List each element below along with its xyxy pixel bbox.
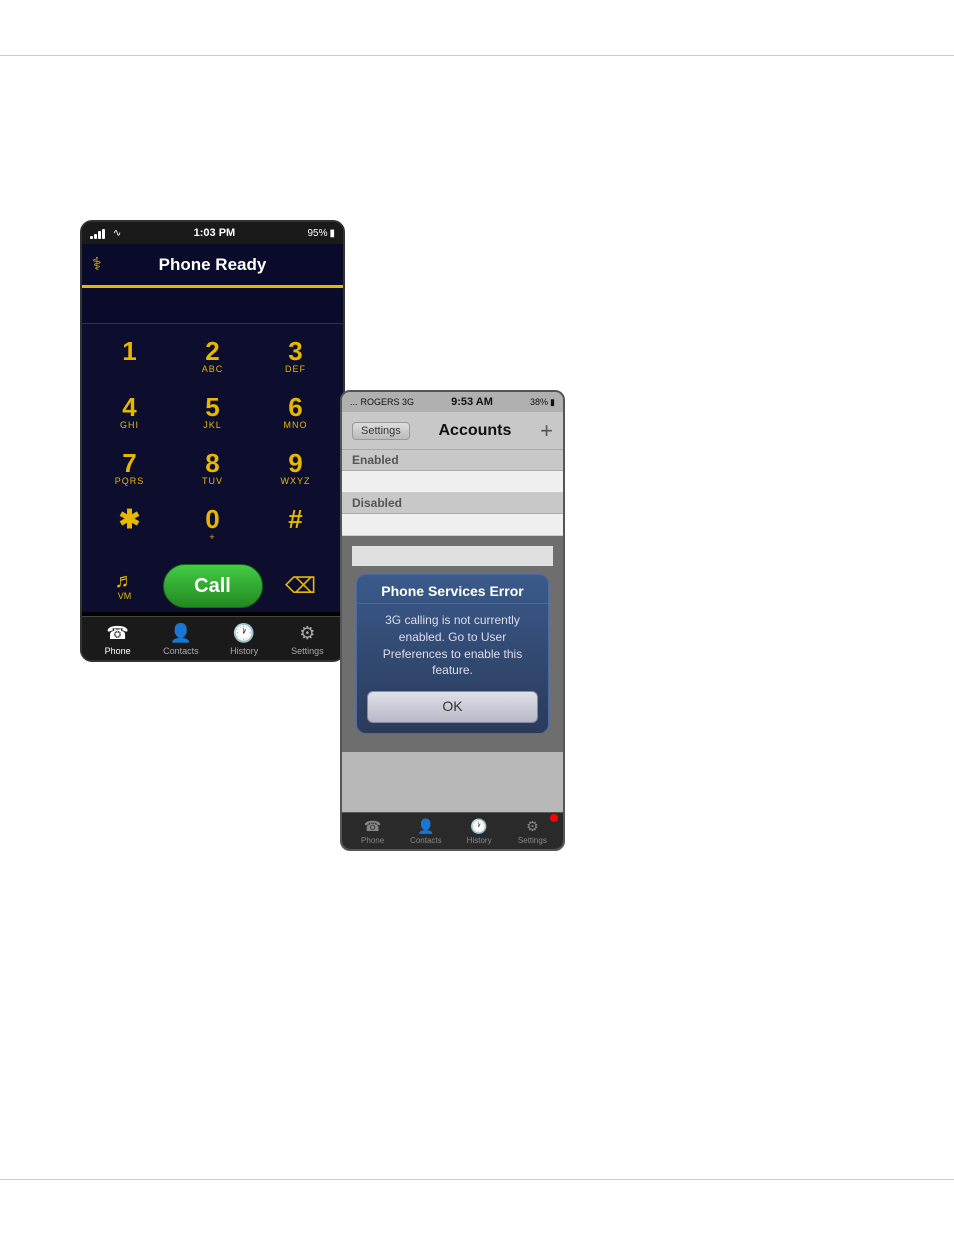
keypad-row-2: 4 GHI 5 JKL 6 MNO xyxy=(88,386,337,438)
backspace-button[interactable]: ⌫ xyxy=(266,564,336,608)
signal-bars-icon xyxy=(90,227,105,239)
phone1-action-row: ♬ VM Call ⌫ xyxy=(82,560,343,612)
phone-ready-icon: ⚕ xyxy=(92,254,102,275)
phone2-statusbar: ... ROGERS 3G 9:53 AM 38% ▮ xyxy=(342,392,563,412)
phone1-header: ⚕ Phone Ready xyxy=(82,244,343,288)
keypad-row-4: ✱ 0 + # xyxy=(88,498,337,550)
phone2-nav-history-label: History xyxy=(467,836,492,845)
accounts-title: Accounts xyxy=(438,422,511,440)
history-nav-icon: 🕐 xyxy=(233,623,255,644)
keypad-key-4[interactable]: 4 GHI xyxy=(95,386,165,438)
disabled-section-header: Disabled xyxy=(342,493,563,514)
contacts-nav-icon: 👤 xyxy=(170,623,192,644)
phone1-display[interactable] xyxy=(82,288,343,324)
statusbar-left: ∿ xyxy=(90,227,121,239)
carrier-dots: ... xyxy=(350,397,358,407)
call-button[interactable]: Call xyxy=(163,564,263,608)
keypad-key-8[interactable]: 8 TUV xyxy=(178,442,248,494)
backspace-icon: ⌫ xyxy=(285,573,316,599)
error-dialog: Phone Services Error 3G calling is not c… xyxy=(356,574,549,734)
voicemail-icon: ♬ xyxy=(115,571,135,591)
nav-label-history: History xyxy=(230,646,258,656)
keypad-key-0[interactable]: 0 + xyxy=(178,498,248,550)
keypad-key-2[interactable]: 2 ABC xyxy=(178,330,248,382)
phone2-time: 9:53 AM xyxy=(451,396,493,408)
phone2-nav-contacts[interactable]: 👤 Contacts xyxy=(404,818,448,845)
battery-icon: ▮ xyxy=(550,397,555,408)
phone2-device: ... ROGERS 3G 9:53 AM 38% ▮ Settings Acc… xyxy=(340,390,565,851)
keypad-row-1: 1 2 ABC 3 DEF xyxy=(88,330,337,382)
settings-badge xyxy=(550,814,558,822)
keypad-key-6[interactable]: 6 MNO xyxy=(261,386,331,438)
error-dialog-title: Phone Services Error xyxy=(357,575,548,604)
nav-label-phone: Phone xyxy=(105,646,131,656)
phone2-phone-icon: ☎ xyxy=(364,818,381,835)
error-dialog-ok-button[interactable]: OK xyxy=(367,691,538,723)
phone2-contacts-icon: 👤 xyxy=(417,818,434,835)
keypad-key-star[interactable]: ✱ xyxy=(95,498,165,550)
phone2-statusbar-left: ... ROGERS 3G xyxy=(350,397,414,407)
phone2-nav-settings[interactable]: ⚙ Settings xyxy=(510,818,554,845)
keypad-key-5[interactable]: 5 JKL xyxy=(178,386,248,438)
settings-nav-icon: ⚙ xyxy=(299,623,315,644)
nav-label-settings: Settings xyxy=(291,646,324,656)
phone2-battery: 38% ▮ xyxy=(530,397,555,408)
phone2-accounts-header: Settings Accounts + xyxy=(342,412,563,450)
phone2-nav-phone[interactable]: ☎ Phone xyxy=(351,818,395,845)
phone1-time: 1:03 PM xyxy=(194,227,236,239)
phone2-settings-icon: ⚙ xyxy=(526,818,539,835)
phone2-bottom-area xyxy=(342,752,563,812)
accounts-list: Enabled Disabled xyxy=(342,450,563,536)
wifi-icon: ∿ xyxy=(113,228,121,239)
keypad-key-3[interactable]: 3 DEF xyxy=(261,330,331,382)
nav-item-settings[interactable]: ⚙ Settings xyxy=(280,623,335,656)
enabled-section-header: Enabled xyxy=(342,450,563,471)
modal-bg-content xyxy=(352,546,553,566)
carrier-label: ROGERS 3G xyxy=(361,397,415,407)
keypad-row-3: 7 PQRS 8 TUV 9 WXYZ xyxy=(88,442,337,494)
keypad-key-1[interactable]: 1 xyxy=(95,330,165,382)
enabled-section-content xyxy=(342,471,563,493)
ok-button-label: OK xyxy=(442,698,462,714)
call-button-label: Call xyxy=(194,575,231,598)
nav-item-phone[interactable]: ☎ Phone xyxy=(90,623,145,656)
keypad-key-7[interactable]: 7 PQRS xyxy=(95,442,165,494)
voicemail-label: VM xyxy=(118,591,132,601)
phone1-battery: 95% ▮ xyxy=(307,228,335,239)
page-rule-top xyxy=(0,55,954,56)
phone2-nav-phone-label: Phone xyxy=(361,836,384,845)
phone1-statusbar: ∿ 1:03 PM 95% ▮ xyxy=(82,222,343,244)
phone1-device: ∿ 1:03 PM 95% ▮ ⚕ Phone Ready 1 2 ABC 3 xyxy=(80,220,345,662)
phone2-nav-contacts-label: Contacts xyxy=(410,836,442,845)
phone2-nav: ☎ Phone 👤 Contacts 🕐 History ⚙ Settings xyxy=(342,812,563,849)
add-account-button[interactable]: + xyxy=(540,420,553,442)
disabled-section-content xyxy=(342,514,563,536)
phone1-keypad: 1 2 ABC 3 DEF 4 GHI 5 JKL 6 xyxy=(82,324,343,560)
phone-nav-icon: ☎ xyxy=(106,623,128,644)
voicemail-button[interactable]: ♬ VM xyxy=(90,564,160,608)
modal-overlay: Phone Services Error 3G calling is not c… xyxy=(342,536,563,752)
nav-item-history[interactable]: 🕐 History xyxy=(217,623,272,656)
back-button[interactable]: Settings xyxy=(352,422,410,440)
error-dialog-body: 3G calling is not currently enabled. Go … xyxy=(357,604,548,687)
phone2-nav-history[interactable]: 🕐 History xyxy=(457,818,501,845)
phone2-nav-settings-label: Settings xyxy=(518,836,547,845)
keypad-key-9[interactable]: 9 WXYZ xyxy=(261,442,331,494)
nav-item-contacts[interactable]: 👤 Contacts xyxy=(153,623,208,656)
phone2-history-icon: 🕐 xyxy=(470,818,487,835)
phone1-nav: ☎ Phone 👤 Contacts 🕐 History ⚙ Settings xyxy=(82,616,343,660)
keypad-key-hash[interactable]: # xyxy=(261,498,331,550)
page-rule-bottom xyxy=(0,1179,954,1180)
phone1-title: Phone Ready xyxy=(159,255,267,275)
nav-label-contacts: Contacts xyxy=(163,646,199,656)
